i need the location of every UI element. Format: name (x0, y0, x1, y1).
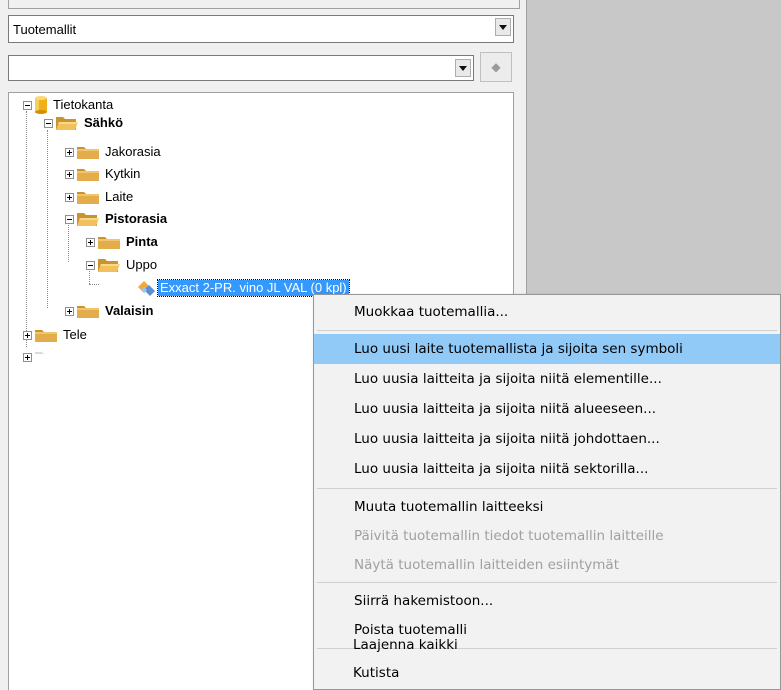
menu-item-label: Kutista (353, 665, 400, 681)
tree-node-label: Pistorasia (105, 211, 168, 226)
context-menu-tail: Laajenna kaikki Kutista (313, 294, 781, 690)
folder-open-icon (98, 258, 120, 272)
tree-node-valaisin[interactable]: Valaisin (65, 302, 155, 320)
folder-closed-icon (77, 167, 99, 181)
collapse-toggle[interactable] (44, 118, 53, 128)
tree-connector (47, 130, 48, 308)
expand-toggle[interactable] (65, 306, 74, 316)
tree-node-label: Tietokanta (53, 97, 114, 112)
folder-closed-icon (77, 190, 99, 204)
folder-closed-icon (98, 235, 120, 249)
tree-connector (68, 222, 69, 262)
folder-closed-icon (35, 328, 57, 342)
collapse-toggle[interactable] (86, 260, 95, 270)
arrow-right-icon: ◆ (491, 60, 501, 74)
expand-toggle[interactable] (65, 192, 74, 202)
tree-node-label: Pinta (126, 234, 158, 249)
tree-node-label: Valaisin (105, 303, 154, 318)
expand-toggle[interactable] (86, 237, 95, 247)
tree-node-pinta[interactable]: Pinta (86, 233, 160, 251)
chevron-down-icon[interactable] (455, 59, 471, 77)
collapse-toggle[interactable] (23, 100, 32, 110)
tree-node-laite[interactable]: Laite (65, 188, 135, 206)
tree-node-root[interactable]: Tietokanta (23, 96, 115, 114)
tree-connector (89, 284, 99, 285)
expand-toggle[interactable] (65, 147, 74, 157)
menu-item-expand-all[interactable]: Laajenna kaikki (313, 630, 781, 660)
database-icon (35, 96, 47, 114)
menu-item-label: Laajenna kaikki (353, 637, 458, 653)
expand-toggle[interactable] (65, 169, 74, 179)
expand-toggle[interactable] (23, 352, 32, 362)
view-select-value: Tuotemallit (13, 21, 77, 37)
product-model-icon (138, 280, 156, 296)
tree-node-label: Jakorasia (105, 144, 161, 159)
tree-node-label: Uppo (126, 257, 158, 272)
tree-node-jakorasia[interactable]: Jakorasia (65, 143, 163, 161)
tree-node-unnamed[interactable] (23, 348, 65, 366)
tree-node-label: Sähkö (84, 115, 124, 130)
folder-closed-icon (35, 350, 57, 364)
filter-select[interactable] (8, 55, 474, 81)
tree-node-kytkin[interactable]: Kytkin (65, 165, 142, 183)
folder-closed-icon (77, 145, 99, 159)
tree-connector (26, 111, 27, 347)
view-select[interactable]: Tuotemallit (8, 15, 514, 43)
tree-node-pistorasia[interactable]: Pistorasia (65, 210, 169, 228)
folder-open-icon (77, 212, 99, 226)
expand-toggle[interactable] (23, 330, 32, 340)
chevron-down-icon[interactable] (495, 18, 511, 36)
tree-node-label: Kytkin (105, 166, 141, 181)
tree-node-sahko[interactable]: Sähkö (44, 114, 125, 132)
go-button[interactable]: ◆ (480, 52, 512, 82)
collapse-toggle[interactable] (65, 214, 74, 224)
tree-node-tele[interactable]: Tele (23, 326, 89, 344)
folder-closed-icon (77, 304, 99, 318)
tree-node-label: Tele (63, 327, 87, 342)
panel-top-edge (8, 0, 520, 9)
folder-open-icon (56, 116, 78, 130)
tree-node-label: Laite (105, 189, 134, 204)
tree-node-uppo[interactable]: Uppo (86, 256, 159, 274)
menu-item-collapse[interactable]: Kutista (313, 658, 781, 688)
